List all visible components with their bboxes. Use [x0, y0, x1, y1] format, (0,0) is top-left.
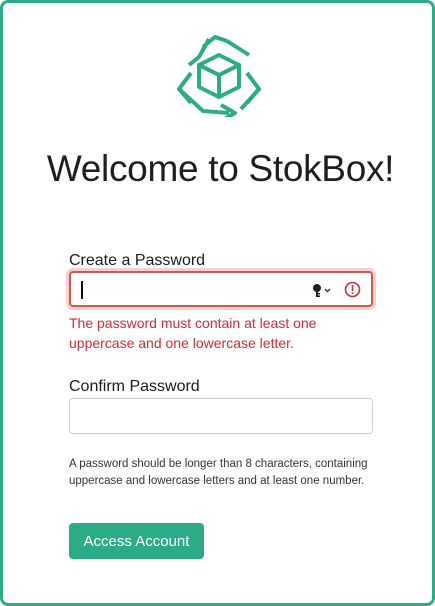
- alert-circle-icon: [344, 281, 361, 298]
- page-title: Welcome to StokBox!: [46, 148, 395, 189]
- password-error-message: The password must contain at least one u…: [69, 315, 317, 351]
- password-help-text: A password should be longer than 8 chara…: [69, 458, 368, 487]
- text-caret: [81, 281, 83, 299]
- recycle-cube-icon: [177, 35, 261, 117]
- window-frame: Welcome to StokBox! Create a Password Th…: [0, 0, 435, 606]
- confirm-password-label: Confirm Password: [69, 378, 200, 395]
- access-account-button[interactable]: Access Account: [69, 523, 204, 559]
- create-password-input[interactable]: [69, 271, 373, 307]
- create-password-label: Create a Password: [69, 252, 206, 269]
- key-icon[interactable]: [311, 282, 333, 298]
- confirm-password-input[interactable]: [69, 398, 373, 434]
